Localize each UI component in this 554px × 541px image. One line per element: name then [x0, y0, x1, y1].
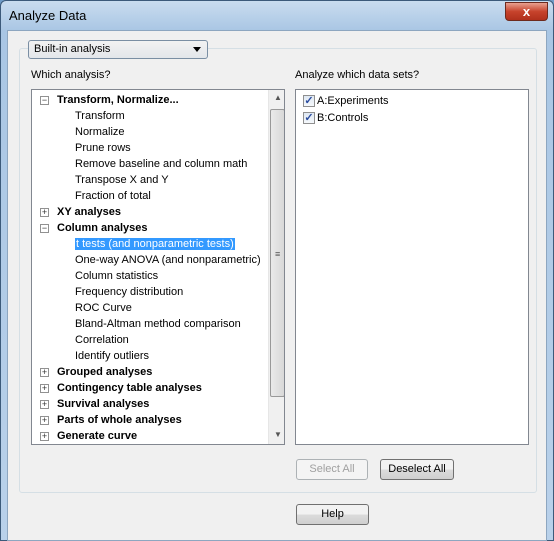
tree-item-label: Column analyses — [57, 222, 148, 234]
tree-item[interactable]: Prune rows — [75, 140, 131, 156]
expand-icon[interactable]: + — [40, 208, 49, 217]
expand-icon[interactable]: + — [40, 368, 49, 377]
tree-item-label: Transpose X and Y — [75, 174, 169, 186]
tree-category[interactable]: Grouped analyses — [57, 364, 152, 380]
tree-item-label: Remove baseline and column math — [75, 158, 248, 170]
chevron-down-icon — [193, 47, 201, 52]
tree-item[interactable]: Fraction of total — [75, 188, 151, 204]
tree-item-label: Fraction of total — [75, 190, 151, 202]
expand-icon[interactable]: + — [40, 384, 49, 393]
tree-item-label: Correlation — [75, 334, 129, 346]
tree-item-label: Contingency table analyses — [57, 382, 202, 394]
tree-category[interactable]: Column analyses — [57, 220, 147, 236]
tree-item-label: Survival analyses — [57, 398, 150, 410]
tree-item-label: Prune rows — [75, 142, 131, 154]
tree-category[interactable]: Survival analyses — [57, 396, 149, 412]
tree-item-label: Normalize — [75, 126, 125, 138]
tree-item[interactable]: Remove baseline and column math — [75, 156, 247, 172]
tree-category[interactable]: Contingency table analyses — [57, 380, 202, 396]
which-analysis-label: Which analysis? — [31, 69, 111, 81]
grip-icon: ≡ — [275, 249, 281, 259]
expand-icon[interactable]: + — [40, 400, 49, 409]
tree-category[interactable]: Generate curve — [57, 428, 137, 444]
deselect-all-button[interactable]: Deselect All — [380, 459, 454, 480]
tree-item-label: Bland-Altman method comparison — [75, 318, 241, 330]
window-title: Analyze Data — [9, 8, 87, 23]
tree-item[interactable]: Transform — [75, 108, 125, 124]
tree-item-label: Identify outliers — [75, 350, 149, 362]
tree-item[interactable]: Frequency distribution — [75, 284, 183, 300]
help-button[interactable]: Help — [296, 504, 369, 525]
dataset-label[interactable]: B:Controls — [317, 110, 368, 126]
close-button[interactable]: x — [505, 2, 548, 21]
select-all-button[interactable]: Select All — [296, 459, 368, 480]
tree-item-label: Generate curve — [57, 430, 138, 442]
analysis-tree[interactable]: ▲ ≡ ▼ − Transform, Normalize... Transform N… — [31, 89, 285, 445]
tree-item-label: Frequency distribution — [75, 286, 184, 298]
scrollbar-thumb[interactable]: ≡ — [270, 109, 284, 397]
tree-item-label: t tests (and nonparametric tests) — [75, 238, 235, 250]
analysis-type-dropdown[interactable]: Built-in analysis — [28, 40, 208, 59]
dataset-checkbox[interactable]: ✓ — [303, 112, 315, 124]
tree-item[interactable]: Column statistics — [75, 268, 158, 284]
datasets-list[interactable]: ✓ A:Experiments ✓ B:Controls — [295, 89, 529, 445]
tree-item[interactable]: Correlation — [75, 332, 129, 348]
tree-item[interactable]: Transpose X and Y — [75, 172, 169, 188]
tree-item[interactable]: Bland-Altman method comparison — [75, 316, 241, 332]
tree-item-label: Grouped analyses — [57, 366, 153, 378]
dataset-checkbox[interactable]: ✓ — [303, 95, 315, 107]
tree-item-label: Transform — [75, 110, 125, 122]
tree-item[interactable]: Identify outliers — [75, 348, 149, 364]
tree-item[interactable]: Normalize — [75, 124, 125, 140]
tree-item-label: XY analyses — [57, 206, 122, 218]
collapse-icon[interactable]: − — [40, 224, 49, 233]
tree-category[interactable]: Parts of whole analyses — [57, 412, 182, 428]
tree-category[interactable]: XY analyses — [57, 204, 121, 220]
dropdown-value: Built-in analysis — [34, 43, 111, 55]
tree-item-label: Column statistics — [75, 270, 159, 282]
tree-item[interactable]: t tests (and nonparametric tests) — [75, 236, 235, 252]
collapse-icon[interactable]: − — [40, 96, 49, 105]
scroll-down-arrow-icon[interactable]: ▼ — [274, 430, 282, 439]
tree-item[interactable]: ROC Curve — [75, 300, 132, 316]
dataset-label[interactable]: A:Experiments — [317, 93, 389, 109]
tree-item[interactable]: One-way ANOVA (and nonparametric) — [75, 252, 261, 268]
which-datasets-label: Analyze which data sets? — [295, 69, 420, 81]
tree-category[interactable]: Transform, Normalize... — [57, 92, 179, 108]
tree-item-label: One-way ANOVA (and nonparametric) — [75, 254, 261, 266]
expand-icon[interactable]: + — [40, 432, 49, 441]
tree-scrollbar[interactable]: ▲ ≡ ▼ — [268, 90, 284, 444]
tree-item-label: Transform, Normalize... — [57, 94, 179, 106]
tree-item-label: ROC Curve — [75, 302, 132, 314]
scroll-up-arrow-icon[interactable]: ▲ — [274, 93, 282, 102]
tree-item-label: Parts of whole analyses — [57, 414, 182, 426]
expand-icon[interactable]: + — [40, 416, 49, 425]
